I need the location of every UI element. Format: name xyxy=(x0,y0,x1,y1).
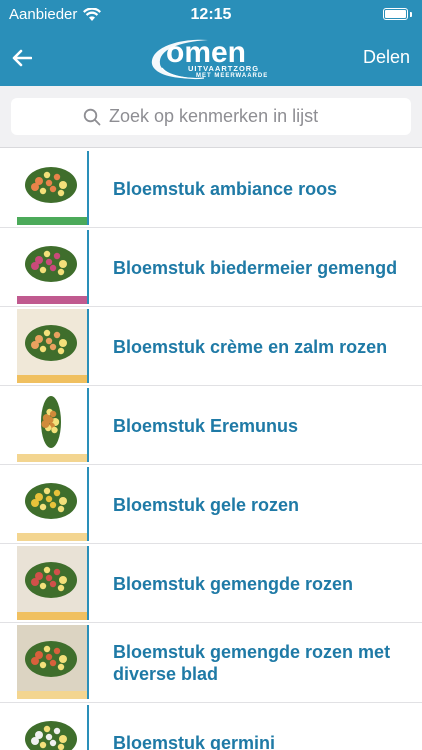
list-item-label: Bloemstuk crème en zalm rozen xyxy=(113,337,388,357)
list-item-label: Bloemstuk gele rozen xyxy=(113,495,300,515)
flower-image xyxy=(17,151,89,225)
flower-image xyxy=(17,309,89,383)
flower-image xyxy=(17,230,89,304)
share-button[interactable]: Delen xyxy=(363,47,410,68)
list-item-label: Bloemstuk biedermeier gemengd xyxy=(113,258,398,278)
flower-thumbnail xyxy=(17,705,89,750)
list-item-label: Bloemstuk Eremunus xyxy=(113,416,299,436)
logo-tagline-1: UITVAARTZORG xyxy=(188,64,260,73)
list-item-label: Bloemstuk gemengde rozen xyxy=(113,574,354,594)
flower-thumbnail xyxy=(17,388,89,462)
status-bar: Aanbieder 12:15 xyxy=(0,0,422,30)
search-area xyxy=(0,86,422,148)
flower-thumbnail xyxy=(17,467,89,541)
list-item-label: Bloemstuk ambiance roos xyxy=(113,179,338,199)
search-icon xyxy=(83,108,101,125)
battery-fill xyxy=(385,10,406,18)
top-bar: Aanbieder 12:15 omen UITVAARTZORG MET ME… xyxy=(0,0,422,86)
list-item-label: Bloemstuk gemengde rozen met diverse bla… xyxy=(113,642,391,684)
list-item-label: Bloemstuk germini xyxy=(113,733,276,750)
flower-thumbnail xyxy=(17,546,89,620)
list-item[interactable]: Bloemstuk biedermeier gemengd xyxy=(0,228,422,307)
search-bar[interactable] xyxy=(11,98,411,135)
nav-bar: omen UITVAARTZORG MET MEERWAARDE Delen xyxy=(0,30,422,86)
list-item[interactable]: Bloemstuk germini xyxy=(0,703,422,750)
flower-image xyxy=(17,388,89,462)
status-time: 12:15 xyxy=(190,6,232,23)
flower-image xyxy=(17,467,89,541)
back-arrow-icon[interactable] xyxy=(10,46,34,70)
search-input[interactable] xyxy=(109,106,339,127)
flower-list: Bloemstuk ambiance roos Bloemstuk biederm… xyxy=(0,149,422,750)
list-item[interactable]: Bloemstuk gemengde rozen xyxy=(0,544,422,623)
list-item[interactable]: Bloemstuk gele rozen xyxy=(0,465,422,544)
list-item[interactable]: Bloemstuk Eremunus xyxy=(0,386,422,465)
flower-image xyxy=(17,546,89,620)
flower-thumbnail xyxy=(17,230,89,304)
flower-thumbnail xyxy=(17,309,89,383)
list-item[interactable]: Bloemstuk crème en zalm rozen xyxy=(0,307,422,386)
flower-image xyxy=(17,705,89,750)
flower-thumbnail xyxy=(17,625,89,699)
omen-logo: omen UITVAARTZORG MET MEERWAARDE xyxy=(148,34,276,82)
logo-tagline-2: MET MEERWAARDE xyxy=(196,73,269,79)
list-item[interactable]: Bloemstuk gemengde rozen met diverse bla… xyxy=(0,623,422,703)
list-item[interactable]: Bloemstuk ambiance roos xyxy=(0,149,422,228)
flower-thumbnail xyxy=(17,151,89,225)
flower-image xyxy=(17,625,89,699)
battery-icon xyxy=(383,8,412,20)
